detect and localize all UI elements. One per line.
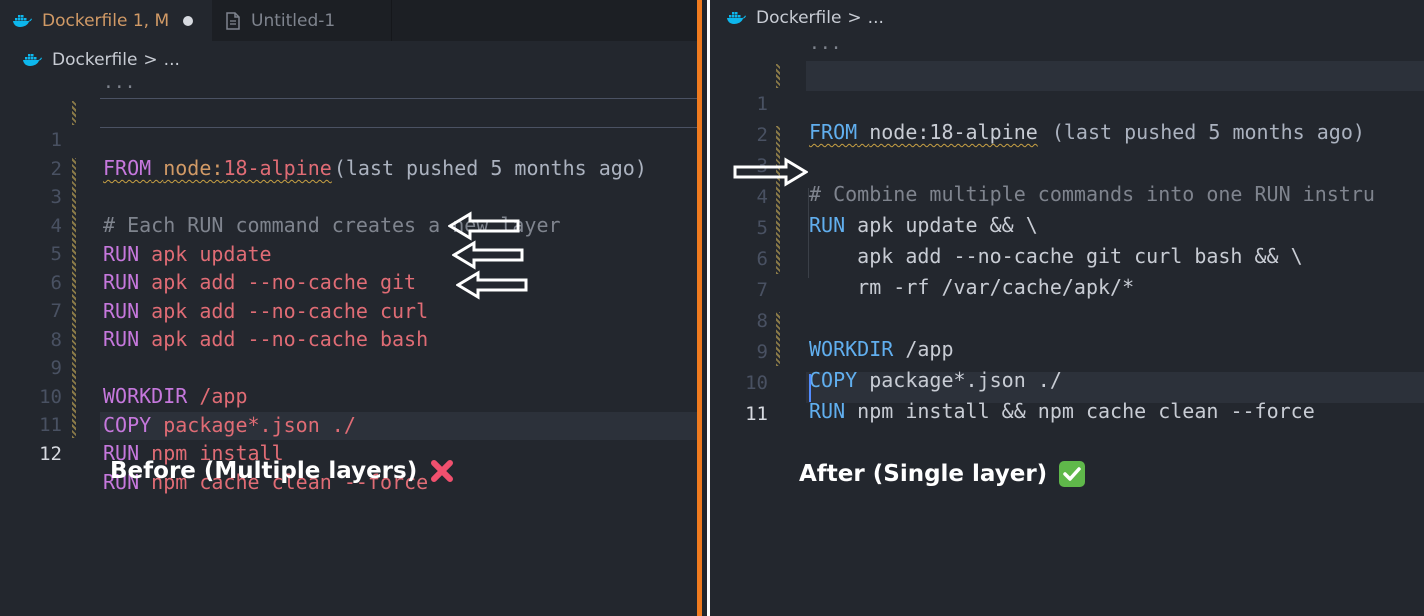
code-line[interactable]: 8 WORKDIR /app bbox=[716, 279, 954, 361]
git-change-marker bbox=[72, 158, 76, 438]
caption-text: After (Single layer) bbox=[799, 461, 1048, 487]
current-line-highlight bbox=[806, 61, 1424, 91]
line-content: RUN apk add --no-cache bash bbox=[103, 327, 429, 351]
after-editor-pane: Dockerfile > ... ... 1 FROM node:18-alpi… bbox=[716, 0, 1424, 616]
code-line[interactable]: 9 COPY package*.json ./ bbox=[716, 310, 1062, 392]
breadcrumb[interactable]: Dockerfile > ... bbox=[22, 47, 180, 73]
before-caption: Before (Multiple layers) bbox=[110, 458, 455, 484]
code-line[interactable]: 12 RUN npm cache clean --force bbox=[0, 412, 428, 494]
current-line-border bbox=[100, 98, 697, 128]
line-content: WORKDIR /app bbox=[809, 337, 954, 361]
inline-hint: (last pushed 5 months ago) bbox=[333, 156, 647, 180]
fold-ellipsis: ... bbox=[809, 33, 842, 54]
breadcrumb-more[interactable]: ... bbox=[868, 8, 884, 28]
tab-untitled[interactable]: Untitled-1 bbox=[213, 0, 392, 41]
line-content: COPY package*.json ./ bbox=[809, 368, 1062, 392]
divider bbox=[707, 0, 710, 616]
line-content: RUN apk add --no-cache git bbox=[103, 270, 417, 294]
inline-hint: (last pushed 5 months ago) bbox=[1039, 120, 1365, 144]
code-line[interactable]: 6 RUN apk add --no-cache curl bbox=[0, 241, 429, 323]
cross-mark-icon bbox=[429, 458, 455, 484]
check-mark-icon bbox=[1059, 461, 1086, 487]
docker-icon bbox=[726, 11, 746, 25]
code-line[interactable]: 11 RUN npm install bbox=[0, 383, 284, 465]
code-line[interactable]: 10 RUN npm install && npm cache clean --… bbox=[716, 341, 1315, 423]
line-content: RUN apk add --no-cache curl bbox=[103, 299, 429, 323]
breadcrumb-file[interactable]: Dockerfile bbox=[52, 50, 137, 70]
pointer-arrow-icon bbox=[733, 157, 808, 187]
line-content: WORKDIR /app bbox=[103, 384, 248, 408]
before-editor-pane: Dockerfile 1, M Untitled-1 Dockerfile > … bbox=[0, 0, 697, 616]
code-line[interactable]: 6 rm -rf /var/cache/apk/* bbox=[716, 217, 1135, 299]
docker-icon bbox=[12, 14, 32, 28]
git-change-marker bbox=[72, 101, 76, 125]
code-line[interactable]: 5 apk add --no-cache git curl bash && \ bbox=[716, 186, 1303, 268]
tab-label: Untitled-1 bbox=[251, 10, 336, 31]
line-number: 11 bbox=[745, 403, 768, 425]
breadcrumb[interactable]: Dockerfile > ... bbox=[726, 5, 884, 31]
git-change-marker bbox=[776, 312, 780, 366]
line-content: apk add --no-cache git curl bash && \ bbox=[809, 244, 1303, 268]
tab-label: Dockerfile 1, M bbox=[42, 10, 170, 31]
code-line[interactable]: 11 bbox=[716, 372, 768, 425]
line-content: FROM node:18-alpine (last pushed 5 months… bbox=[103, 156, 647, 180]
pointer-arrow-icon bbox=[452, 240, 524, 270]
modified-dot-icon bbox=[183, 15, 194, 26]
code-line[interactable]: 5 RUN apk add --no-cache git bbox=[0, 212, 417, 294]
line-number: 12 bbox=[39, 443, 62, 465]
breadcrumb-separator: > bbox=[143, 50, 158, 70]
line-content: RUN apk update bbox=[103, 242, 272, 266]
pointer-arrow-icon bbox=[448, 211, 520, 241]
docker-icon bbox=[22, 53, 42, 67]
code-line[interactable]: 4 RUN apk update bbox=[0, 184, 272, 266]
code-line[interactable]: 1 FROM node:18-alpine (last pushed 5 mont… bbox=[0, 98, 647, 180]
comment: # Combine multiple commands into one RUN… bbox=[809, 182, 1375, 206]
pointer-arrow-icon bbox=[456, 270, 528, 300]
line-content: rm -rf /var/cache/apk/* bbox=[809, 275, 1135, 299]
line-content: FROM node:18-alpine (last pushed 5 month… bbox=[809, 120, 1365, 144]
line-content: COPY package*.json ./ bbox=[103, 413, 356, 437]
breadcrumb-separator: > bbox=[847, 8, 862, 28]
breadcrumb-file[interactable]: Dockerfile bbox=[756, 8, 841, 28]
code-line[interactable]: 2 bbox=[716, 93, 768, 146]
git-change-marker bbox=[776, 64, 780, 88]
code-line[interactable]: 3 # Combine multiple commands into one R… bbox=[716, 124, 1375, 206]
code-line[interactable]: 10 COPY package*.json ./ bbox=[0, 355, 356, 437]
tab-bar: Dockerfile 1, M Untitled-1 bbox=[0, 0, 697, 43]
line-content: RUN apk update && \ bbox=[809, 213, 1038, 237]
breadcrumb-more[interactable]: ... bbox=[164, 50, 180, 70]
code-line[interactable]: 9 WORKDIR /app bbox=[0, 326, 248, 408]
code-line[interactable]: 1 FROM node:18-alpine (last pushed 5 mon… bbox=[716, 62, 1365, 144]
git-change-marker bbox=[776, 126, 780, 274]
text-cursor bbox=[809, 374, 811, 402]
fold-ellipsis: ... bbox=[103, 72, 136, 93]
code-line[interactable]: 3 # Each RUN command creates a new layer bbox=[0, 155, 561, 237]
code-line[interactable]: 8 bbox=[0, 298, 62, 351]
line-content: RUN npm install && npm cache clean --for… bbox=[809, 399, 1315, 423]
caption-text: Before (Multiple layers) bbox=[110, 458, 418, 484]
file-icon bbox=[225, 11, 241, 30]
after-caption: After (Single layer) bbox=[799, 461, 1086, 487]
tab-dockerfile[interactable]: Dockerfile 1, M bbox=[0, 0, 212, 43]
code-line[interactable]: 7 RUN apk add --no-cache bash bbox=[0, 269, 429, 351]
code-line[interactable]: 7 bbox=[716, 248, 768, 301]
code-line[interactable]: 2 bbox=[0, 127, 62, 180]
